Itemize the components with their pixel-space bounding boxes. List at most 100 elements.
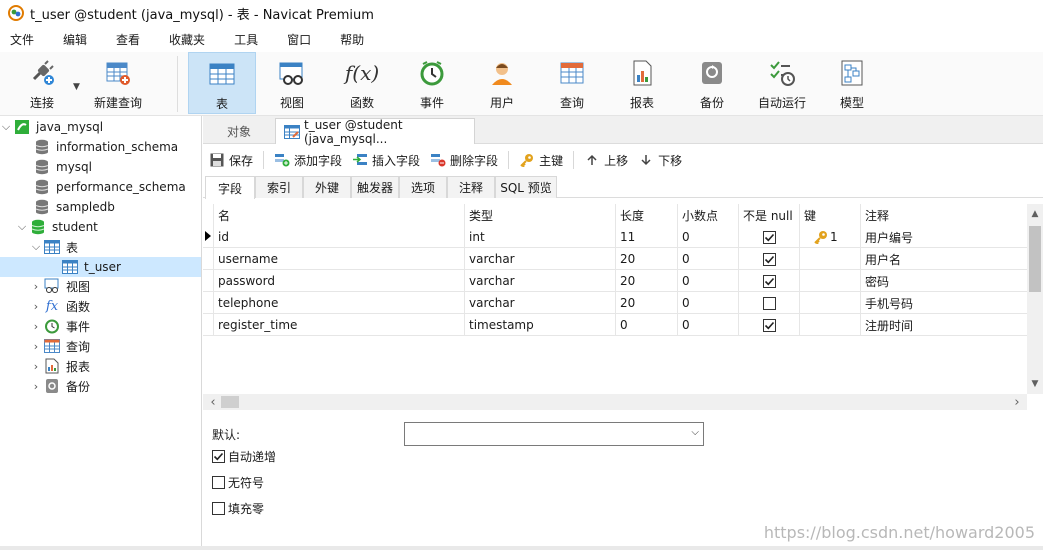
menu-help[interactable]: 帮助 xyxy=(330,31,377,48)
column-header-name[interactable]: 名 xyxy=(213,204,464,226)
chevron-down-icon[interactable]: ⌵ xyxy=(30,240,42,254)
scroll-down-icon[interactable]: ▼ xyxy=(1027,376,1043,392)
scroll-up-icon[interactable]: ▲ xyxy=(1027,206,1043,222)
field-length-cell[interactable]: 20 xyxy=(615,292,677,314)
tree-group-backups[interactable]: › 备份 xyxy=(0,376,201,396)
function-button[interactable]: f(x) 函数 xyxy=(340,52,384,114)
zerofill-option[interactable]: 填充零 xyxy=(212,500,264,517)
tree-database[interactable]: sampledb xyxy=(0,197,201,217)
menu-view[interactable]: 查看 xyxy=(106,31,153,48)
new-query-button[interactable]: 新建查询 xyxy=(90,52,146,114)
scroll-left-icon[interactable]: ‹ xyxy=(205,394,221,410)
tree-table-t-user[interactable]: t_user xyxy=(0,257,201,277)
not-null-cell[interactable] xyxy=(738,292,799,314)
key-cell[interactable] xyxy=(799,270,860,292)
autorun-button[interactable]: 自动运行 xyxy=(756,52,808,114)
not-null-checkbox[interactable] xyxy=(763,252,776,266)
grid-horizontal-scrollbar[interactable]: ‹ › xyxy=(203,394,1027,410)
column-header-comment[interactable]: 注释 xyxy=(860,204,1027,226)
field-decimals-cell[interactable]: 0 xyxy=(677,292,738,314)
table-row[interactable]: telephone varchar 20 0 手机号码 xyxy=(203,292,1027,314)
not-null-checkbox[interactable] xyxy=(763,318,776,332)
column-header-length[interactable]: 长度 xyxy=(615,204,677,226)
menu-file[interactable]: 文件 xyxy=(0,31,47,48)
chevron-right-icon[interactable]: › xyxy=(30,300,42,313)
unsigned-option[interactable]: 无符号 xyxy=(212,474,264,491)
chevron-right-icon[interactable]: › xyxy=(30,360,42,373)
field-comment-cell[interactable]: 注册时间 xyxy=(860,314,1027,336)
tab-objects[interactable]: 对象 xyxy=(203,118,275,144)
save-button[interactable]: 保存 xyxy=(209,152,253,169)
unsigned-checkbox[interactable] xyxy=(212,476,225,489)
tree-group-functions[interactable]: › fx 函数 xyxy=(0,296,201,316)
primary-key-button[interactable]: 主键 xyxy=(519,152,563,169)
tree-database[interactable]: performance_schema xyxy=(0,177,201,197)
tree-database[interactable]: mysql xyxy=(0,157,201,177)
subtab-comments[interactable]: 注释 xyxy=(447,176,495,198)
zerofill-checkbox[interactable] xyxy=(212,502,225,515)
subtab-sql-preview[interactable]: SQL 预览 xyxy=(495,176,557,198)
subtab-options[interactable]: 选项 xyxy=(399,176,447,198)
key-cell[interactable] xyxy=(799,292,860,314)
field-length-cell[interactable]: 20 xyxy=(615,270,677,292)
insert-field-button[interactable]: 插入字段 xyxy=(352,152,420,169)
field-comment-cell[interactable]: 密码 xyxy=(860,270,1027,292)
subtab-foreign-keys[interactable]: 外键 xyxy=(303,176,351,198)
tree-group-views[interactable]: › 视图 xyxy=(0,276,201,296)
default-value-select[interactable]: ⌵ xyxy=(404,422,704,446)
field-decimals-cell[interactable]: 0 xyxy=(677,314,738,336)
not-null-cell[interactable] xyxy=(738,248,799,270)
chevron-down-icon[interactable]: ▼ xyxy=(73,82,80,92)
column-header-not-null[interactable]: 不是 null xyxy=(738,204,799,226)
field-comment-cell[interactable]: 手机号码 xyxy=(860,292,1027,314)
tree-group-queries[interactable]: › 查询 xyxy=(0,336,201,356)
tab-t-user-design[interactable]: t_user @student (java_mysql... xyxy=(275,118,475,146)
field-comment-cell[interactable]: 用户编号 xyxy=(860,226,1027,248)
field-name-cell[interactable]: register_time xyxy=(213,314,464,336)
subtab-indexes[interactable]: 索引 xyxy=(255,176,303,198)
field-decimals-cell[interactable]: 0 xyxy=(677,270,738,292)
chevron-down-icon[interactable]: ⌵ xyxy=(16,220,28,234)
not-null-cell[interactable] xyxy=(738,270,799,292)
field-comment-cell[interactable]: 用户名 xyxy=(860,248,1027,270)
not-null-checkbox[interactable] xyxy=(763,274,776,288)
chevron-right-icon[interactable]: › xyxy=(30,380,42,393)
key-cell[interactable]: 1 xyxy=(799,226,860,248)
move-down-button[interactable]: 下移 xyxy=(638,152,682,169)
field-length-cell[interactable]: 11 xyxy=(615,226,677,248)
event-button[interactable]: 事件 xyxy=(410,52,454,114)
tree-group-reports[interactable]: › 报表 xyxy=(0,356,201,376)
not-null-checkbox[interactable] xyxy=(763,230,776,244)
field-type-cell[interactable]: timestamp xyxy=(464,314,615,336)
column-header-key[interactable]: 键 xyxy=(799,204,860,226)
field-name-cell[interactable]: password xyxy=(213,270,464,292)
chevron-down-icon[interactable]: ⌵ xyxy=(0,120,12,134)
table-row[interactable]: register_time timestamp 0 0 注册时间 xyxy=(203,314,1027,336)
key-cell[interactable] xyxy=(799,248,860,270)
tree-group-events[interactable]: › 事件 xyxy=(0,316,201,336)
scroll-right-icon[interactable]: › xyxy=(1009,394,1025,410)
not-null-checkbox[interactable] xyxy=(763,296,776,310)
menu-tools[interactable]: 工具 xyxy=(224,31,271,48)
table-row[interactable]: username varchar 20 0 用户名 xyxy=(203,248,1027,270)
field-type-cell[interactable]: int xyxy=(464,226,615,248)
table-row[interactable]: password varchar 20 0 密码 xyxy=(203,270,1027,292)
menu-favorites[interactable]: 收藏夹 xyxy=(159,31,218,48)
not-null-cell[interactable] xyxy=(738,314,799,336)
add-field-button[interactable]: 添加字段 xyxy=(274,152,342,169)
user-button[interactable]: 用户 xyxy=(480,52,524,114)
not-null-cell[interactable] xyxy=(738,226,799,248)
table-row[interactable]: id int 11 0 1 用户编号 xyxy=(203,226,1027,248)
delete-field-button[interactable]: 删除字段 xyxy=(430,152,498,169)
move-up-button[interactable]: 上移 xyxy=(584,152,628,169)
chevron-right-icon[interactable]: › xyxy=(30,280,42,293)
tree-connection-java-mysql[interactable]: ⌵ java_mysql xyxy=(0,117,201,137)
view-button[interactable]: 视图 xyxy=(270,52,314,114)
field-decimals-cell[interactable]: 0 xyxy=(677,248,738,270)
auto-increment-checkbox[interactable] xyxy=(212,450,225,463)
field-name-cell[interactable]: telephone xyxy=(213,292,464,314)
menu-edit[interactable]: 编辑 xyxy=(53,31,100,48)
field-length-cell[interactable]: 0 xyxy=(615,314,677,336)
connect-button[interactable]: 连接 xyxy=(22,52,62,114)
tree-database[interactable]: information_schema xyxy=(0,137,201,157)
